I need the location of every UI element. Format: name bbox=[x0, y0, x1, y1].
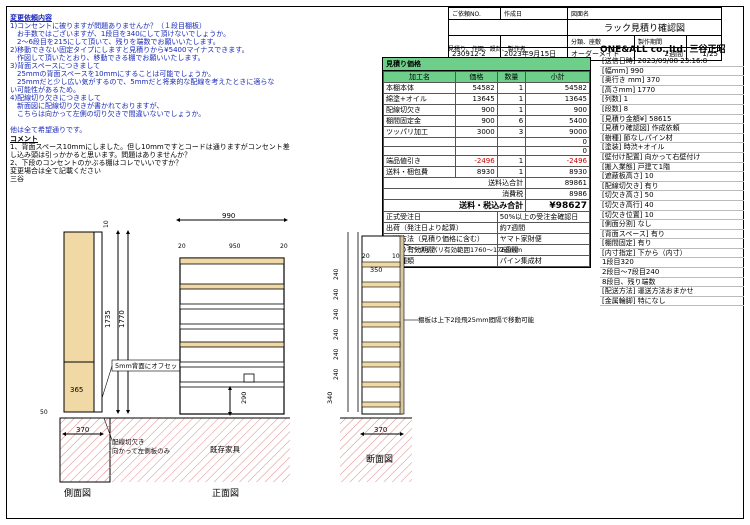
front-dim-left: 20 bbox=[178, 243, 186, 250]
note-tsuppari: ツッパリ有効範囲1760～1765mm bbox=[418, 245, 522, 254]
section-dim-bottom: 340 bbox=[326, 392, 334, 404]
front-dim-right: 20 bbox=[280, 243, 288, 250]
side-panel bbox=[63, 231, 95, 413]
note-existing-furniture: 既存家具 bbox=[210, 444, 240, 454]
note-back-offset: 5mm背面にオフセット bbox=[115, 361, 184, 370]
section-shelf bbox=[361, 381, 401, 388]
side-dim-height: 1735 bbox=[104, 310, 112, 328]
section-shelf bbox=[361, 341, 401, 348]
front-frame bbox=[179, 257, 285, 415]
side-view-label: 側面図 bbox=[64, 487, 91, 499]
side-dim-inner: 1770 bbox=[118, 310, 126, 328]
front-view: 990 20 950 20 290 既存家具 正面図 bbox=[104, 212, 290, 499]
front-view-label: 正面図 bbox=[212, 488, 239, 499]
section-shelf-dim: 240 bbox=[333, 368, 340, 380]
side-back-gap bbox=[93, 231, 103, 413]
section-shelf-dim: 240 bbox=[333, 268, 340, 280]
section-shelf-dim: 240 bbox=[333, 288, 340, 300]
outlet-icon bbox=[243, 373, 255, 383]
drawing-area: 1735 1770 10 365 50 370 側面図 5mm背面にオフセット … bbox=[40, 212, 535, 499]
front-dim-width: 990 bbox=[222, 212, 235, 220]
side-dim-top: 10 bbox=[103, 220, 110, 228]
side-dim-365: 365 bbox=[70, 386, 83, 394]
note-shelf-move: 棚板は上下2段飛25mm間隔で移動可能 bbox=[418, 315, 535, 324]
section-shelf-dim: 240 bbox=[333, 308, 340, 320]
side-dim-50: 50 bbox=[40, 409, 48, 416]
section-shelf bbox=[361, 361, 401, 368]
section-shelf bbox=[361, 321, 401, 328]
section-shelf-dim: 240 bbox=[333, 328, 340, 340]
front-dim-inner: 950 bbox=[229, 243, 241, 250]
existing-furniture bbox=[104, 418, 290, 482]
section-shelf bbox=[361, 281, 401, 288]
section-dim-total: 370 bbox=[374, 426, 387, 434]
section-dim-b: 10 bbox=[392, 253, 400, 260]
section-dim-depth: 350 bbox=[370, 266, 382, 274]
section-shelf-dim: 240 bbox=[333, 348, 340, 360]
section-view: 240 240 240 240 240 240 350 20 10 340 370 断面図 bbox=[326, 232, 412, 482]
section-dim-a: 20 bbox=[362, 253, 370, 260]
section-shelf bbox=[361, 301, 401, 308]
front-dim-h1: 290 bbox=[240, 392, 248, 404]
side-dim-depth: 370 bbox=[76, 426, 89, 434]
section-shelf bbox=[361, 401, 401, 408]
section-view-label: 断面図 bbox=[366, 453, 393, 465]
